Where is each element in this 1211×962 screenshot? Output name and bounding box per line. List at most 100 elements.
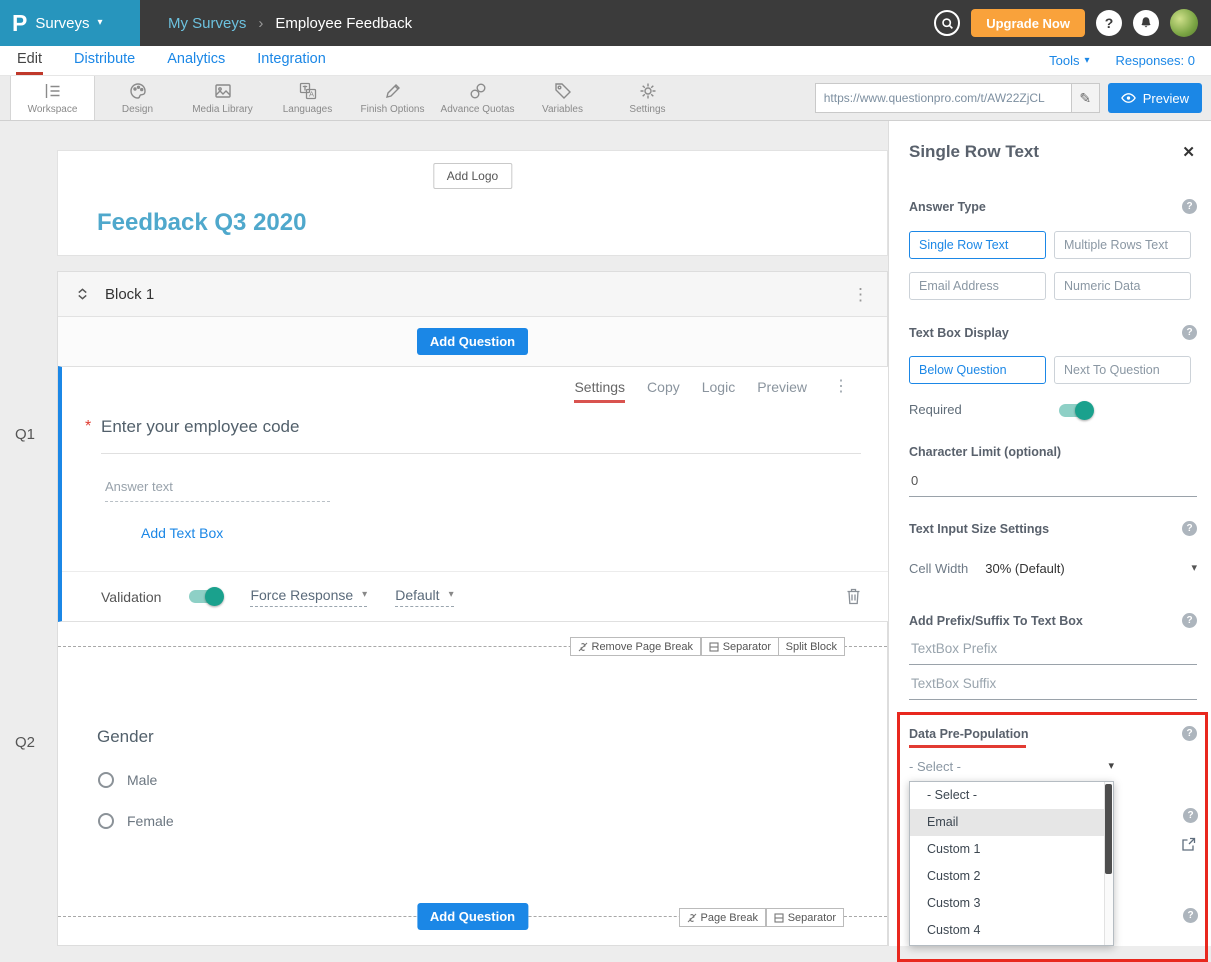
tab-integration[interactable]: Integration — [256, 47, 327, 75]
caret-down-icon: ▾ — [1108, 761, 1114, 772]
edit-url-pencil-icon[interactable]: ✎ — [1071, 84, 1099, 112]
block-name[interactable]: Block 1 — [105, 286, 154, 303]
dropdown-option-email[interactable]: Email — [910, 809, 1113, 836]
answer-type-email-address[interactable]: Email Address — [909, 272, 1046, 300]
toolbar-item-settings[interactable]: Settings — [605, 76, 690, 120]
character-limit-label: Character Limit (optional) — [909, 445, 1061, 459]
survey-url-group: ✎ Preview — [815, 83, 1202, 113]
data-prepopulation-label: Data Pre-Population — [909, 727, 1028, 741]
toolbar-item-languages[interactable]: A Languages — [265, 76, 350, 120]
cell-width-value[interactable]: 30% (Default) — [985, 561, 1064, 576]
question-tab-settings[interactable]: Settings — [574, 379, 625, 403]
close-panel-icon[interactable]: ✕ — [1182, 143, 1195, 161]
media-library-icon — [213, 81, 233, 101]
add-logo-button[interactable]: Add Logo — [433, 163, 512, 189]
delete-question-trash-icon[interactable] — [846, 588, 861, 605]
separator-button-1[interactable]: Separator — [701, 637, 779, 656]
question-menu-kebab-icon[interactable]: ⋮ — [833, 379, 849, 395]
page-break-button[interactable]: Page Break — [679, 908, 766, 927]
toolbar-item-design[interactable]: Design — [95, 76, 180, 120]
collapse-block-icon[interactable] — [76, 287, 89, 301]
prefix-suffix-help-icon[interactable]: ? — [1182, 613, 1197, 628]
separator-icon — [709, 642, 719, 652]
hidden-section-help-icon[interactable]: ? — [1183, 908, 1198, 923]
radio-option-female[interactable]: Female — [98, 813, 174, 829]
answer-type-multiple-rows-text[interactable]: Multiple Rows Text — [1054, 231, 1191, 259]
block-menu-kebab-icon[interactable]: ⋮ — [852, 286, 869, 303]
toolbar-item-label: Workspace — [28, 104, 78, 115]
answer-type-numeric-data[interactable]: Numeric Data — [1054, 272, 1191, 300]
cell-width-label: Cell Width — [909, 561, 968, 576]
dropdown-option-custom3[interactable]: Custom 3 — [910, 890, 1113, 917]
character-limit-input[interactable] — [909, 469, 1197, 497]
tab-edit[interactable]: Edit — [16, 47, 43, 75]
remove-page-break-label: Remove Page Break — [592, 641, 694, 653]
display-next-to-question[interactable]: Next To Question — [1054, 356, 1191, 384]
notifications-bell-icon[interactable] — [1133, 10, 1159, 36]
caret-down-icon: ▾ — [98, 18, 103, 28]
question-text-label: Enter your employee code — [101, 417, 299, 436]
text-box-display-help-icon[interactable]: ? — [1182, 325, 1197, 340]
toolbar-item-workspace[interactable]: Workspace — [10, 76, 95, 120]
force-response-dropdown[interactable]: Force Response▾ — [250, 587, 367, 607]
textbox-prefix-input[interactable] — [909, 637, 1197, 665]
remove-page-break-button[interactable]: Remove Page Break — [570, 637, 702, 656]
data-prepopulation-help-icon[interactable]: ? — [1182, 726, 1197, 741]
required-toggle[interactable] — [1059, 404, 1092, 417]
data-prepopulation-dropdown: - Select - Email Custom 1 Custom 2 Custo… — [909, 781, 1114, 946]
dropdown-option-custom1[interactable]: Custom 1 — [910, 836, 1113, 863]
dropdown-option-custom4[interactable]: Custom 4 — [910, 917, 1113, 944]
question-tab-copy[interactable]: Copy — [647, 379, 680, 403]
navbar-actions: Upgrade Now ? — [934, 9, 1211, 37]
tab-distribute[interactable]: Distribute — [73, 47, 136, 75]
scrollbar-thumb[interactable] — [1105, 784, 1112, 874]
data-prepopulation-select[interactable]: - Select - ▾ — [909, 759, 1114, 782]
breadcrumb-current: Employee Feedback — [275, 15, 412, 32]
preview-button[interactable]: Preview — [1108, 83, 1202, 113]
hidden-section-help-icon[interactable]: ? — [1183, 808, 1198, 823]
breadcrumb-my-surveys[interactable]: My Surveys — [168, 15, 246, 32]
radio-option-male[interactable]: Male — [98, 772, 157, 788]
user-avatar[interactable] — [1170, 9, 1198, 37]
tab-analytics[interactable]: Analytics — [166, 47, 226, 75]
tools-menu[interactable]: Tools▾ — [1049, 53, 1089, 68]
separator-button-2[interactable]: Separator — [766, 908, 844, 927]
dropdown-scrollbar[interactable] — [1104, 782, 1113, 945]
answer-type-help-icon[interactable]: ? — [1182, 199, 1197, 214]
default-dropdown[interactable]: Default▾ — [395, 587, 453, 607]
survey-title[interactable]: Feedback Q3 2020 — [97, 209, 306, 237]
preview-label: Preview — [1143, 91, 1189, 106]
product-name: Surveys — [35, 15, 89, 32]
tabs-row-right: Tools▾ Responses: 0 — [1049, 53, 1195, 68]
answer-type-single-row-text[interactable]: Single Row Text — [909, 231, 1046, 259]
responses-count[interactable]: Responses: 0 — [1116, 53, 1196, 68]
add-question-button-bottom[interactable]: Add Question — [417, 903, 528, 930]
upgrade-now-button[interactable]: Upgrade Now — [971, 9, 1085, 37]
split-block-button[interactable]: Split Block — [778, 637, 845, 656]
search-icon[interactable] — [934, 10, 960, 36]
add-text-box-link[interactable]: Add Text Box — [141, 525, 223, 541]
app-logo-block[interactable]: P Surveys ▾ — [0, 0, 140, 46]
toolbar-item-finish-options[interactable]: Finish Options — [350, 76, 435, 120]
question-text-q2[interactable]: Gender — [97, 727, 154, 747]
external-link-icon[interactable] — [1181, 837, 1196, 852]
add-question-button-top[interactable]: Add Question — [417, 328, 528, 355]
validation-toggle[interactable] — [189, 590, 222, 603]
question-tab-preview[interactable]: Preview — [757, 379, 807, 403]
answer-text-field[interactable]: Answer text — [105, 479, 330, 502]
toolbar-item-advance-quotas[interactable]: Advance Quotas — [435, 76, 520, 120]
text-input-size-help-icon[interactable]: ? — [1182, 521, 1197, 536]
dropdown-option-select[interactable]: - Select - — [910, 782, 1113, 809]
toolbar-item-media-library[interactable]: Media Library — [180, 76, 265, 120]
toolbar-item-variables[interactable]: Variables — [520, 76, 605, 120]
help-icon[interactable]: ? — [1096, 10, 1122, 36]
question-text-q1[interactable]: * Enter your employee code — [101, 417, 861, 454]
display-below-question[interactable]: Below Question — [909, 356, 1046, 384]
dropdown-option-custom2[interactable]: Custom 2 — [910, 863, 1113, 890]
tools-label: Tools — [1049, 53, 1079, 68]
caret-down-icon[interactable]: ▾ — [1191, 563, 1197, 574]
survey-url-input[interactable] — [816, 84, 1071, 112]
broken-link-icon — [578, 642, 588, 652]
textbox-suffix-input[interactable] — [909, 672, 1197, 700]
question-tab-logic[interactable]: Logic — [702, 379, 735, 403]
